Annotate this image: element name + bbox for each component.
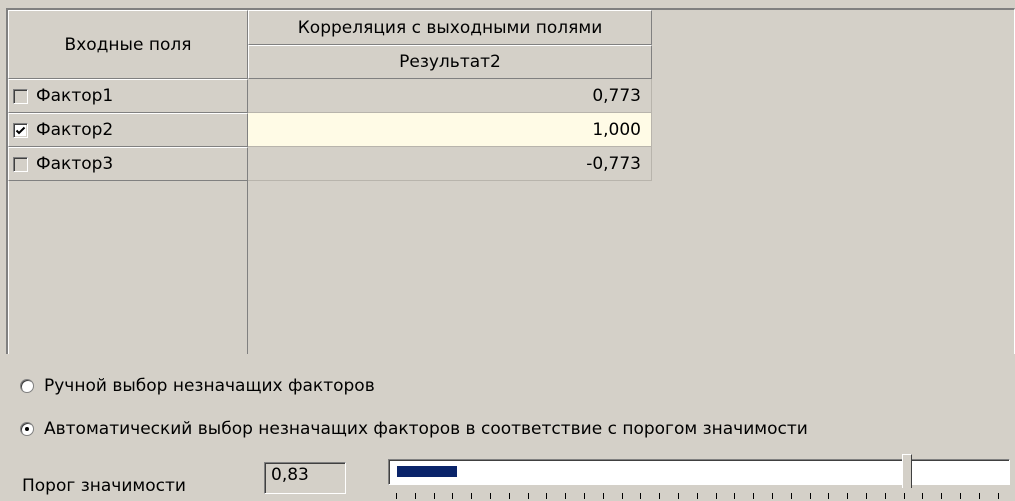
slider-tick [546,493,547,499]
slider-tick [565,493,566,499]
factor2-correlation-cell[interactable]: 1,000 [248,113,652,147]
slider-tick [678,493,679,499]
slider-tick [828,493,829,499]
factor2-correlation-value: 1,000 [592,119,641,140]
manual-radio[interactable] [20,379,34,393]
threshold-slider-thumb[interactable] [902,454,912,488]
slider-tick [772,493,773,499]
slider-tick [659,493,660,499]
slider-tick [509,493,510,499]
slider-tick [941,493,942,499]
output-column-header[interactable]: Результат2 [248,45,652,79]
factor3-label: Фактор3 [36,154,114,174]
slider-tick [471,493,472,499]
threshold-slider-track[interactable] [388,459,1010,485]
slider-tick [396,493,397,499]
factor1-label: Фактор1 [36,86,114,106]
radio-dot-icon [25,427,29,431]
slider-tick [528,493,529,499]
slider-tick [734,493,735,499]
slider-tick [584,493,585,499]
slider-tick [434,493,435,499]
slider-tick [716,493,717,499]
input-fields-header: Входные поля [8,10,248,79]
slider-tick [979,493,980,499]
input-fields-header-label: Входные поля [64,34,192,55]
row-factor2[interactable]: Фактор2 [8,113,248,147]
slider-tick [922,493,923,499]
check-mark-icon [15,126,26,134]
manual-option-label: Ручной выбор незначащих факторов [44,376,375,396]
slider-tick [904,493,905,499]
auto-option-label: Автоматический выбор незначащих факторов… [44,419,808,439]
factor3-correlation-value: -0,773 [586,153,641,174]
threshold-label: Порог значимости [22,476,186,496]
slider-tick [603,493,604,499]
correlation-header-label: Корреляция с выходными полями [297,17,603,38]
slider-tick [960,493,961,499]
factor3-correlation-cell[interactable]: -0,773 [248,147,652,181]
auto-selection-option[interactable]: Автоматический выбор незначащих факторов… [20,418,808,440]
slider-selection-range [397,466,457,477]
slider-tick [753,493,754,499]
row-factor3[interactable]: Фактор3 [8,147,248,181]
slider-tick [640,493,641,499]
slider-tick [622,493,623,499]
threshold-input[interactable]: 0,83 [264,462,346,494]
correlation-grid: Входные поля Корреляция с выходными поля… [6,8,1015,354]
factor1-checkbox[interactable] [13,88,28,104]
manual-selection-option[interactable]: Ручной выбор незначащих факторов [20,375,375,397]
factor1-correlation-cell[interactable]: 0,773 [248,79,652,113]
row-factor1[interactable]: Фактор1 [8,79,248,113]
slider-tick [866,493,867,499]
auto-radio[interactable] [20,422,34,436]
slider-tick [998,493,999,499]
factor2-checkbox[interactable] [13,122,28,138]
slider-tick [452,493,453,499]
slider-tick [885,493,886,499]
fixed-column-filler [8,181,248,354]
correlation-header: Корреляция с выходными полями [248,10,652,45]
slider-tick [697,493,698,499]
factor1-correlation-value: 0,773 [592,85,641,106]
output-column-header-label: Результат2 [399,52,501,72]
slider-tick [847,493,848,499]
slider-tick [810,493,811,499]
slider-tick [791,493,792,499]
factor2-label: Фактор2 [36,120,114,140]
slider-tick [415,493,416,499]
slider-tick [490,493,491,499]
factor3-checkbox[interactable] [13,156,28,172]
